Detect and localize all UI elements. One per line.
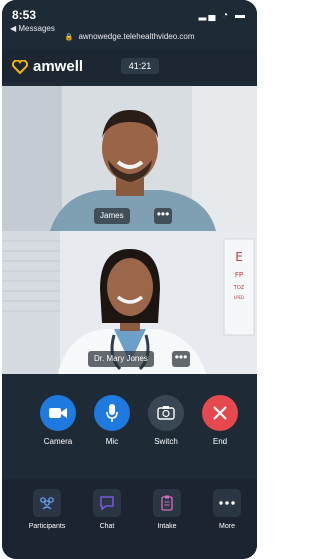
logo-text: amwell — [33, 58, 84, 75]
heart-logo-icon — [12, 59, 28, 74]
lock-icon: 🔒 — [64, 34, 74, 41]
microphone-icon — [94, 395, 130, 431]
clipboard-icon — [153, 489, 181, 517]
more-icon — [213, 489, 241, 517]
chat-label: Chat — [99, 523, 115, 530]
bottom-nav: Participants Chat Intake More — [2, 479, 257, 559]
svg-text:E: E — [235, 250, 243, 264]
mic-label: Mic — [105, 437, 119, 446]
video-tile-james[interactable]: James ••• — [2, 86, 257, 231]
svg-text:FP: FP — [235, 271, 243, 279]
url-text: awnowedge.telehealthvideo.com — [78, 32, 195, 41]
status-time: 8:53 — [12, 8, 37, 22]
app-header: amwell 41:21 — [2, 50, 257, 82]
status-icons: ▂▄ ◔ ▬ — [198, 10, 247, 21]
amwell-logo: amwell — [12, 58, 83, 75]
participants-label: Participants — [28, 523, 66, 530]
mic-button[interactable]: Mic — [89, 395, 135, 446]
end-call-button[interactable]: End — [197, 395, 243, 446]
svg-text:LPED: LPED — [234, 295, 244, 300]
end-label: End — [212, 437, 228, 446]
close-icon — [202, 395, 238, 431]
camera-label: Camera — [43, 437, 73, 446]
participant-name-label: James — [94, 208, 130, 224]
svg-text:TOZ: TOZ — [233, 285, 245, 291]
switch-label: Switch — [154, 437, 178, 446]
nav-more[interactable]: More — [202, 489, 252, 530]
more-label: More — [219, 523, 235, 530]
participant-more-button[interactable]: ••• — [154, 208, 172, 224]
call-controls: Camera Mic Switch End — [2, 395, 257, 475]
phone-screen: 8:53 ◀ Messages ▂▄ ◔ ▬ 🔒 awnowedge.teleh… — [2, 0, 257, 559]
participant-more-button[interactable]: ••• — [172, 351, 190, 367]
switch-camera-icon — [148, 395, 184, 431]
camera-icon — [40, 395, 76, 431]
url-bar[interactable]: 🔒 awnowedge.telehealthvideo.com — [2, 32, 257, 41]
nav-intake[interactable]: Intake — [142, 489, 192, 530]
chat-icon — [93, 489, 121, 517]
call-timer: 41:21 — [121, 58, 159, 74]
video-tile-doctor[interactable]: E FP TOZ LPED Dr. Mary Jones ••• — [2, 231, 257, 374]
participants-icon — [33, 489, 61, 517]
status-bar: 8:53 ◀ Messages ▂▄ ◔ ▬ 🔒 awnowedge.teleh… — [2, 0, 257, 46]
intake-label: Intake — [157, 523, 177, 530]
switch-camera-button[interactable]: Switch — [143, 395, 189, 446]
nav-participants[interactable]: Participants — [22, 489, 72, 530]
camera-button[interactable]: Camera — [35, 395, 81, 446]
participant-name-label: Dr. Mary Jones — [88, 351, 154, 367]
nav-chat[interactable]: Chat — [82, 489, 132, 530]
